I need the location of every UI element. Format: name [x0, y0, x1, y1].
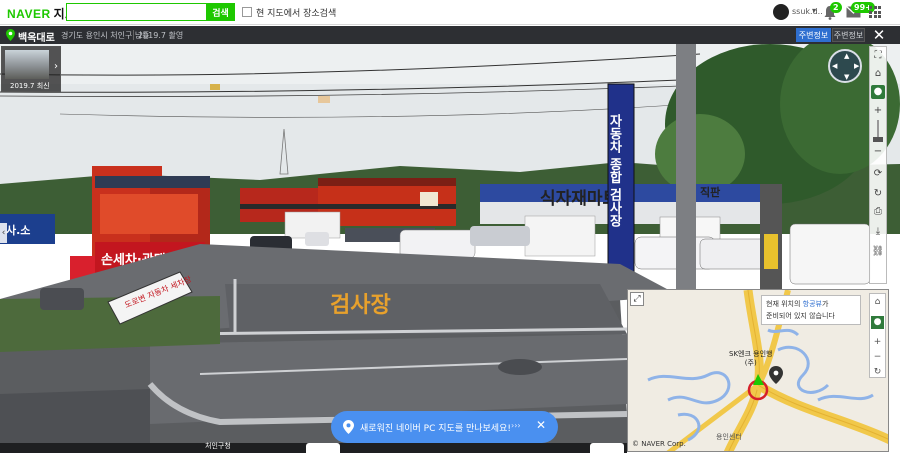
streetview-date: 2019.7 촬영 [138, 31, 184, 40]
chevron-left-icon[interactable]: ‹ [0, 223, 7, 243]
camera-icon[interactable]: ⌂ [871, 67, 885, 81]
logo-brand: NAVER [7, 7, 51, 21]
arrow-left-icon[interactable]: ◀ [832, 62, 837, 70]
streetview-header: 백옥대로 경기도 용인시 처인구 남동 2019.7 촬영 주변정보 주변정보 … [0, 26, 900, 44]
streetview-toggle-icon[interactable]: ● [871, 316, 884, 329]
search-button[interactable]: 검색 [206, 3, 235, 21]
shop-left-sign: 사.소 [6, 223, 30, 237]
copyright: © NAVER Corp. [632, 440, 686, 448]
area-search-label[interactable]: 현 지도에서 장소검색 [256, 6, 336, 19]
chevron-right-icon[interactable]: › [54, 61, 58, 72]
notification-badge: 2 [830, 2, 842, 13]
refresh-icon[interactable]: ↻ [871, 187, 885, 201]
chevron-down-icon[interactable]: ▾ [812, 6, 816, 15]
area-search-checkbox[interactable] [242, 7, 252, 17]
surroundings-button[interactable]: 주변정보 [832, 28, 865, 42]
promo-arrows-icon: ››› [511, 421, 521, 430]
panorama-controls: ⛶ ⌂ ● + − ⟳ ↻ ⎙ ⤓ ⛓ [869, 46, 887, 284]
promo-banner[interactable]: 새로워진 네이버 PC 지도를 만나보세요! ››› ✕ [331, 411, 558, 443]
direct-sale-sign: 직판 [700, 185, 720, 199]
map-pin-icon [343, 420, 354, 434]
aerial-view-tooltip: 현재 위치의 항공뷰가 준비되어 있지 않습니다 [761, 295, 861, 325]
layers-icon[interactable]: ⌂ [871, 296, 884, 309]
tooltip-text: 현재 위치의 [766, 300, 803, 308]
place-label-name: SK엔크 용인행 [729, 350, 773, 358]
town-label: 용인센터 [716, 433, 742, 441]
bottom-tab-right[interactable] [590, 443, 624, 453]
timeline-thumbnail-image[interactable] [5, 50, 49, 79]
print-icon[interactable]: ⎙ [871, 205, 885, 219]
bottom-location-label: 처인구청 [205, 442, 231, 450]
compass-control[interactable]: ▲ ▼ ◀ ▶ [828, 49, 862, 83]
tooltip-text-2: 준비되어 있지 않습니다 [766, 312, 835, 320]
user-avatar[interactable] [773, 4, 789, 20]
save-icon[interactable]: ⤓ [871, 225, 885, 239]
zoom-out-icon[interactable]: − [871, 145, 885, 159]
timeline-thumbnail[interactable]: 2019.7 최신 › [1, 46, 61, 92]
mini-map[interactable]: ⤢ 현재 위치의 항공뷰가 준비되어 있지 않습니다 ⌂ ● + − ↻ SK엔… [627, 289, 889, 452]
zoom-in-icon[interactable]: + [871, 104, 885, 118]
place-label-suffix: (주) [744, 359, 757, 367]
location-pin-icon [6, 29, 15, 41]
promo-text[interactable]: 새로워진 네이버 PC 지도를 만나보세요! [360, 421, 511, 434]
user-name[interactable]: ssuk.d.. [792, 7, 823, 16]
apps-grid-icon[interactable] [869, 6, 881, 18]
streetview-address: 경기도 용인시 처인구 남동 [61, 31, 150, 40]
streetview-person-icon[interactable]: ● [871, 85, 885, 99]
fullscreen-icon[interactable]: ⛶ [871, 49, 885, 63]
search-input[interactable] [66, 3, 206, 21]
promo-close-icon[interactable]: ✕ [536, 418, 546, 432]
tooltip-text-end: 가 [821, 300, 829, 308]
divider [133, 30, 134, 40]
top-bar: NAVER지도 검색 현 지도에서 장소검색 ssuk.d.. ▾ 2 99+ [0, 0, 900, 25]
zoom-slider-handle[interactable] [873, 137, 883, 142]
map-zoom-out-icon[interactable]: − [871, 351, 884, 364]
inspection-banner: 자동차 종합 검사장 [607, 114, 622, 228]
expand-map-icon[interactable]: ⤢ [630, 292, 644, 306]
streetview-title: 백옥대로 [18, 33, 55, 44]
tooltip-highlight: 항공뷰 [802, 300, 822, 308]
map-zoom-in-icon[interactable]: + [871, 336, 884, 349]
place-label[interactable]: SK엔크 용인행 (주) [729, 350, 772, 368]
map-refresh-icon[interactable]: ↻ [871, 366, 884, 379]
link-icon[interactable]: ⛓ [871, 245, 885, 259]
arrow-up-icon[interactable]: ▲ [844, 52, 849, 60]
close-icon[interactable]: ✕ [871, 26, 887, 44]
rotate-icon[interactable]: ⟳ [871, 167, 885, 181]
road-marking: 검사장 [330, 293, 391, 318]
nearby-info-button[interactable]: 주변정보 [796, 28, 831, 42]
timeline-date-label: 2019.7 최신 [10, 82, 50, 90]
bottom-tab-left[interactable] [306, 443, 340, 453]
arrow-down-icon[interactable]: ▼ [844, 73, 849, 81]
mini-map-tools: ⌂ ● + − ↻ [869, 293, 886, 378]
arrow-right-icon[interactable]: ▶ [854, 62, 859, 70]
